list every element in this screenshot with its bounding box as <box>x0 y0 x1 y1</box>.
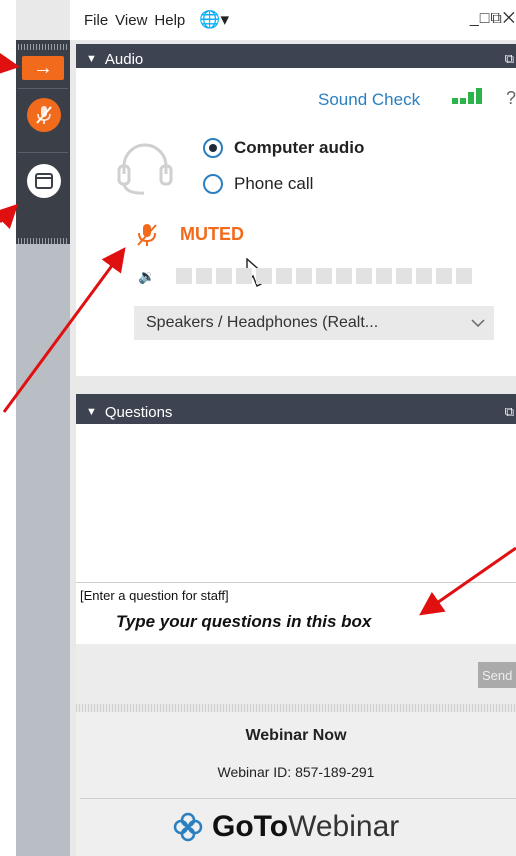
window-controls[interactable]: _□⧉✕ <box>470 10 516 28</box>
brand-webinar: Webinar <box>288 810 400 843</box>
headset-icon <box>117 143 173 195</box>
questions-header-label: Questions <box>104 403 173 421</box>
menu-bar: File View Help 🌐▾ _□⧉✕ <box>70 0 516 40</box>
collapse-triangle-icon[interactable]: ▼ <box>86 406 97 418</box>
sidebar-grip[interactable] <box>18 44 68 50</box>
help-icon[interactable]: ? <box>506 88 516 109</box>
audio-header-label: Audio <box>104 50 144 68</box>
sidebar-divider <box>18 88 68 89</box>
page-margin <box>0 0 16 856</box>
send-button[interactable]: Send <box>478 662 516 688</box>
muted-mic-icon <box>36 106 52 124</box>
webinar-id: Webinar ID: 857-189-291 <box>217 764 375 780</box>
gotowebinar-logo: GoTo Webinar <box>172 810 399 844</box>
arrow-right-icon: → <box>33 56 53 79</box>
popout-icon[interactable]: ⧉ <box>505 404 514 420</box>
mute-toggle-button[interactable] <box>27 98 61 132</box>
footer-divider <box>80 798 516 799</box>
send-area <box>76 644 516 704</box>
send-button-label: Send <box>482 667 513 683</box>
phone-call-option[interactable]: Phone call <box>203 174 313 194</box>
menu-help[interactable]: Help <box>154 12 185 29</box>
resize-grip[interactable] <box>76 704 516 712</box>
radio-unselected[interactable] <box>203 174 223 194</box>
speaker-icon: 🔉 <box>138 268 156 284</box>
popout-icon[interactable]: ⧉ <box>505 51 514 67</box>
annotation-hint: Type your questions in this box <box>116 612 372 631</box>
language-globe-icon[interactable]: 🌐▾ <box>199 10 229 30</box>
signal-strength-icon <box>452 88 482 104</box>
question-input-placeholder: [Enter a question for staff] <box>80 588 229 603</box>
muted-mic-icon <box>137 224 157 246</box>
chevron-down-icon <box>471 319 485 328</box>
radio-selected[interactable] <box>203 138 223 158</box>
collapse-triangle-icon[interactable]: ▼ <box>86 53 97 65</box>
computer-audio-option[interactable]: Computer audio <box>203 138 364 158</box>
gotowebinar-flower-icon <box>173 812 203 842</box>
sidebar-grip-bottom[interactable] <box>18 238 68 244</box>
audio-section-header[interactable]: ▼ Audio ⧉ <box>76 48 516 70</box>
audio-device-select[interactable]: Speakers / Headphones (Realt... <box>134 306 494 340</box>
webinar-title: Webinar Now <box>245 727 347 744</box>
computer-audio-label: Computer audio <box>234 138 365 157</box>
muted-status: MUTED <box>180 224 244 244</box>
menu-file[interactable]: File <box>84 12 108 29</box>
window-icon <box>35 173 53 189</box>
collapse-panel-button[interactable]: → <box>22 56 64 80</box>
phone-call-label: Phone call <box>234 174 314 193</box>
questions-log <box>76 424 516 582</box>
questions-section-header[interactable]: ▼ Questions ⧉ <box>76 400 516 424</box>
sound-check-link[interactable]: Sound Check <box>318 90 420 110</box>
sidebar-divider <box>18 152 68 153</box>
audio-level-meter <box>176 268 472 284</box>
show-window-button[interactable] <box>27 164 61 198</box>
audio-device-value: Speakers / Headphones (Realt... <box>146 314 379 331</box>
menu-view[interactable]: View <box>115 12 147 29</box>
brand-goto: GoTo <box>212 810 289 843</box>
